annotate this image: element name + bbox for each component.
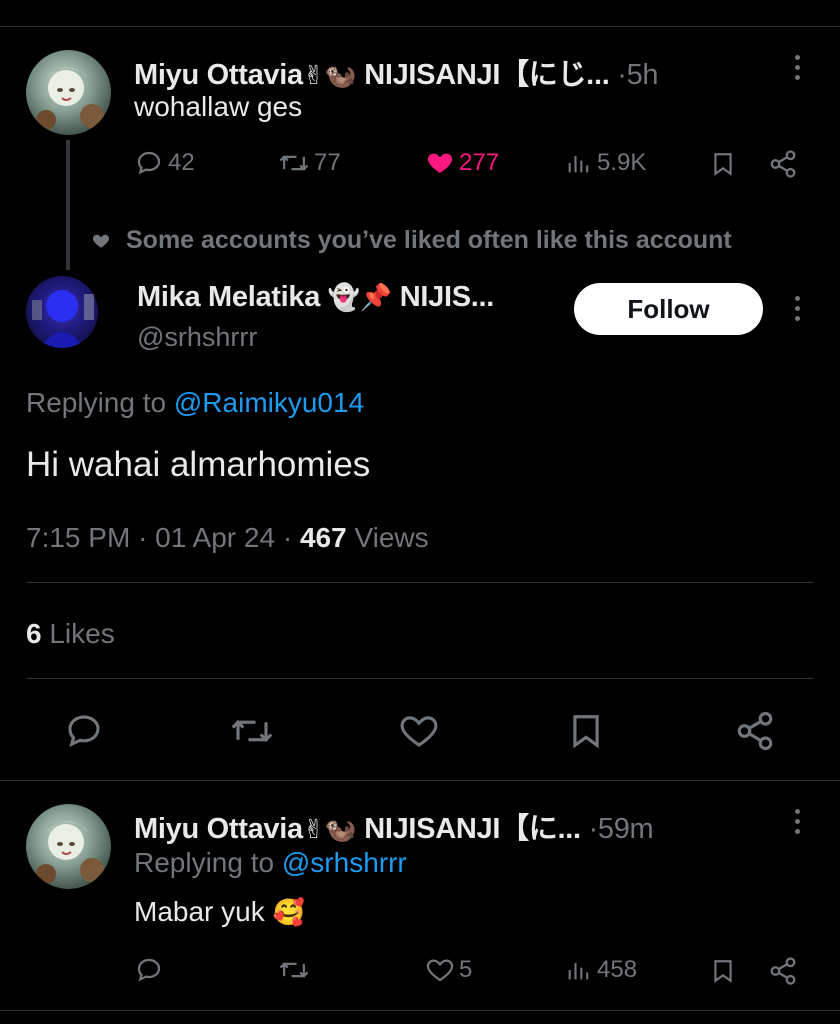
social-context-text: Some accounts you’ve liked often like th… — [126, 226, 732, 254]
share-icon — [737, 711, 773, 751]
avatar-mika[interactable] — [26, 276, 98, 348]
top-divider — [0, 26, 840, 27]
tweet1-time[interactable]: 5h — [627, 59, 659, 91]
tweet1-views-button[interactable]: 5.9K — [565, 148, 646, 178]
reply-time[interactable]: 59m — [598, 813, 654, 845]
tweet1-text: wohallaw ges — [134, 91, 303, 122]
main-likes-summary[interactable]: 6 Likes — [26, 618, 115, 650]
more-options-button-reply[interactable] — [795, 809, 801, 839]
otter-emoji: 🦦 — [324, 815, 357, 845]
main-likes-count: 6 — [26, 618, 42, 649]
tweet1-views-count: 5.9K — [597, 149, 647, 176]
tweet1-reply-button[interactable]: 42 — [134, 148, 195, 178]
main-views-count: 467 — [299, 522, 347, 553]
tweet1-affiliation: NIJISANJI【にじ... — [364, 59, 610, 91]
tweet1-sep: · — [617, 59, 627, 91]
tweet1-author-line[interactable]: Miyu Ottavia✌🦦 NIJISANJI【にじ... ·5h — [134, 51, 659, 93]
peace-emoji: ✌ — [302, 61, 325, 91]
otter-emoji: 🦦 — [324, 61, 357, 91]
ghost-emoji: 👻 — [327, 283, 360, 313]
retweet-icon — [231, 720, 273, 742]
main-views-label: Views — [354, 522, 429, 553]
reply-retweet-button[interactable] — [278, 955, 310, 985]
reply-text-line: Mabar yuk 🥰 — [134, 896, 305, 928]
divider-bottom — [0, 1010, 840, 1011]
heart-icon — [426, 959, 454, 982]
main-replying-handle[interactable]: @Raimikyu014 — [174, 387, 364, 418]
bookmark-icon — [714, 960, 732, 983]
tweet1-retweet-count: 77 — [314, 149, 341, 176]
retweet-icon — [279, 962, 309, 978]
reply-like-button[interactable]: 5 — [425, 955, 472, 985]
more-options-button-tweet1[interactable] — [795, 55, 801, 85]
retweet-icon — [279, 155, 309, 171]
main-meta: 7:15 PM · 01 Apr 24 · 467 Views — [26, 522, 429, 554]
pushpin-emoji: 📌 — [359, 283, 392, 313]
tweet1-share-button[interactable] — [768, 149, 798, 179]
reply-bookmark-button[interactable] — [710, 956, 736, 986]
follow-button[interactable]: Follow — [574, 283, 763, 335]
main-meta-sep1: · — [138, 522, 148, 553]
tweet1-bookmark-button[interactable] — [710, 149, 736, 179]
divider-meta — [26, 582, 814, 583]
main-author-name[interactable]: Mika Melatika — [137, 281, 320, 313]
reply-views-count: 458 — [597, 956, 638, 983]
smiling-hearts-emoji: 🥰 — [272, 898, 305, 928]
main-handle[interactable]: @srhshrrr — [137, 322, 257, 353]
divider-main-bottom — [0, 780, 840, 781]
views-icon — [568, 156, 589, 173]
main-reply-button[interactable] — [62, 710, 106, 752]
main-share-button[interactable] — [733, 710, 777, 752]
main-affiliation: NIJIS... — [399, 281, 495, 313]
more-options-button-main[interactable] — [795, 296, 801, 326]
main-replying-to: Replying to @Raimikyu014 — [26, 387, 364, 419]
reply-views-button[interactable]: 458 — [565, 955, 637, 985]
peace-emoji: ✌ — [302, 815, 325, 845]
reply-replying-to: Replying to @srhshrrr — [134, 847, 407, 879]
main-time[interactable]: 7:15 PM — [26, 522, 130, 553]
thread-connector-line — [66, 140, 70, 270]
reply-sep: · — [588, 813, 599, 845]
avatar-miyu-reply[interactable] — [26, 804, 111, 889]
tweet1-reply-count: 42 — [168, 149, 195, 176]
main-meta-sep2: · — [282, 522, 293, 553]
main-tweet-text: Hi wahai almarhomies — [26, 445, 371, 484]
bookmark-icon — [573, 715, 599, 749]
reply-share-button[interactable] — [768, 956, 798, 986]
main-author-line[interactable]: Mika Melatika 👻📌 NIJIS... — [137, 281, 494, 314]
tweet1-like-count: 277 — [459, 149, 500, 176]
reply-author-name[interactable]: Miyu Ottavia — [134, 813, 303, 845]
reply-icon — [68, 715, 100, 748]
reply-replying-handle[interactable]: @srhshrrr — [282, 847, 407, 878]
main-like-button[interactable] — [397, 710, 441, 752]
main-date[interactable]: 01 Apr 24 — [155, 522, 275, 553]
views-icon — [568, 963, 589, 980]
bookmark-icon — [714, 153, 732, 176]
tweet1-like-button[interactable]: 277 — [425, 148, 499, 178]
reply-affiliation: NIJISANJI【に... — [364, 813, 581, 845]
reply-icon — [137, 151, 161, 175]
social-context: Some accounts you’ve liked often like th… — [90, 226, 732, 255]
reply-like-count: 5 — [459, 956, 473, 983]
reply-replying-prefix: Replying to — [134, 847, 275, 878]
reply-icon — [137, 958, 161, 982]
main-retweet-button[interactable] — [228, 710, 276, 752]
reply-author-line[interactable]: Miyu Ottavia✌🦦 NIJISANJI【に... ·59m — [134, 805, 654, 847]
main-likes-label: Likes — [49, 618, 115, 649]
main-bookmark-button[interactable] — [567, 710, 605, 752]
divider-likes — [26, 678, 814, 679]
share-icon — [770, 957, 796, 985]
main-replying-prefix: Replying to — [26, 387, 167, 418]
share-icon — [770, 150, 796, 178]
tweet1-author-name[interactable]: Miyu Ottavia — [134, 59, 303, 91]
heart-filled-icon — [427, 153, 453, 173]
heart-small-icon — [92, 234, 110, 248]
reply-reply-button[interactable] — [134, 955, 164, 985]
heart-icon — [400, 716, 438, 747]
avatar-miyu[interactable] — [26, 50, 111, 135]
tweet1-retweet-button[interactable]: 77 — [278, 148, 341, 178]
reply-text: Mabar yuk — [134, 896, 265, 927]
